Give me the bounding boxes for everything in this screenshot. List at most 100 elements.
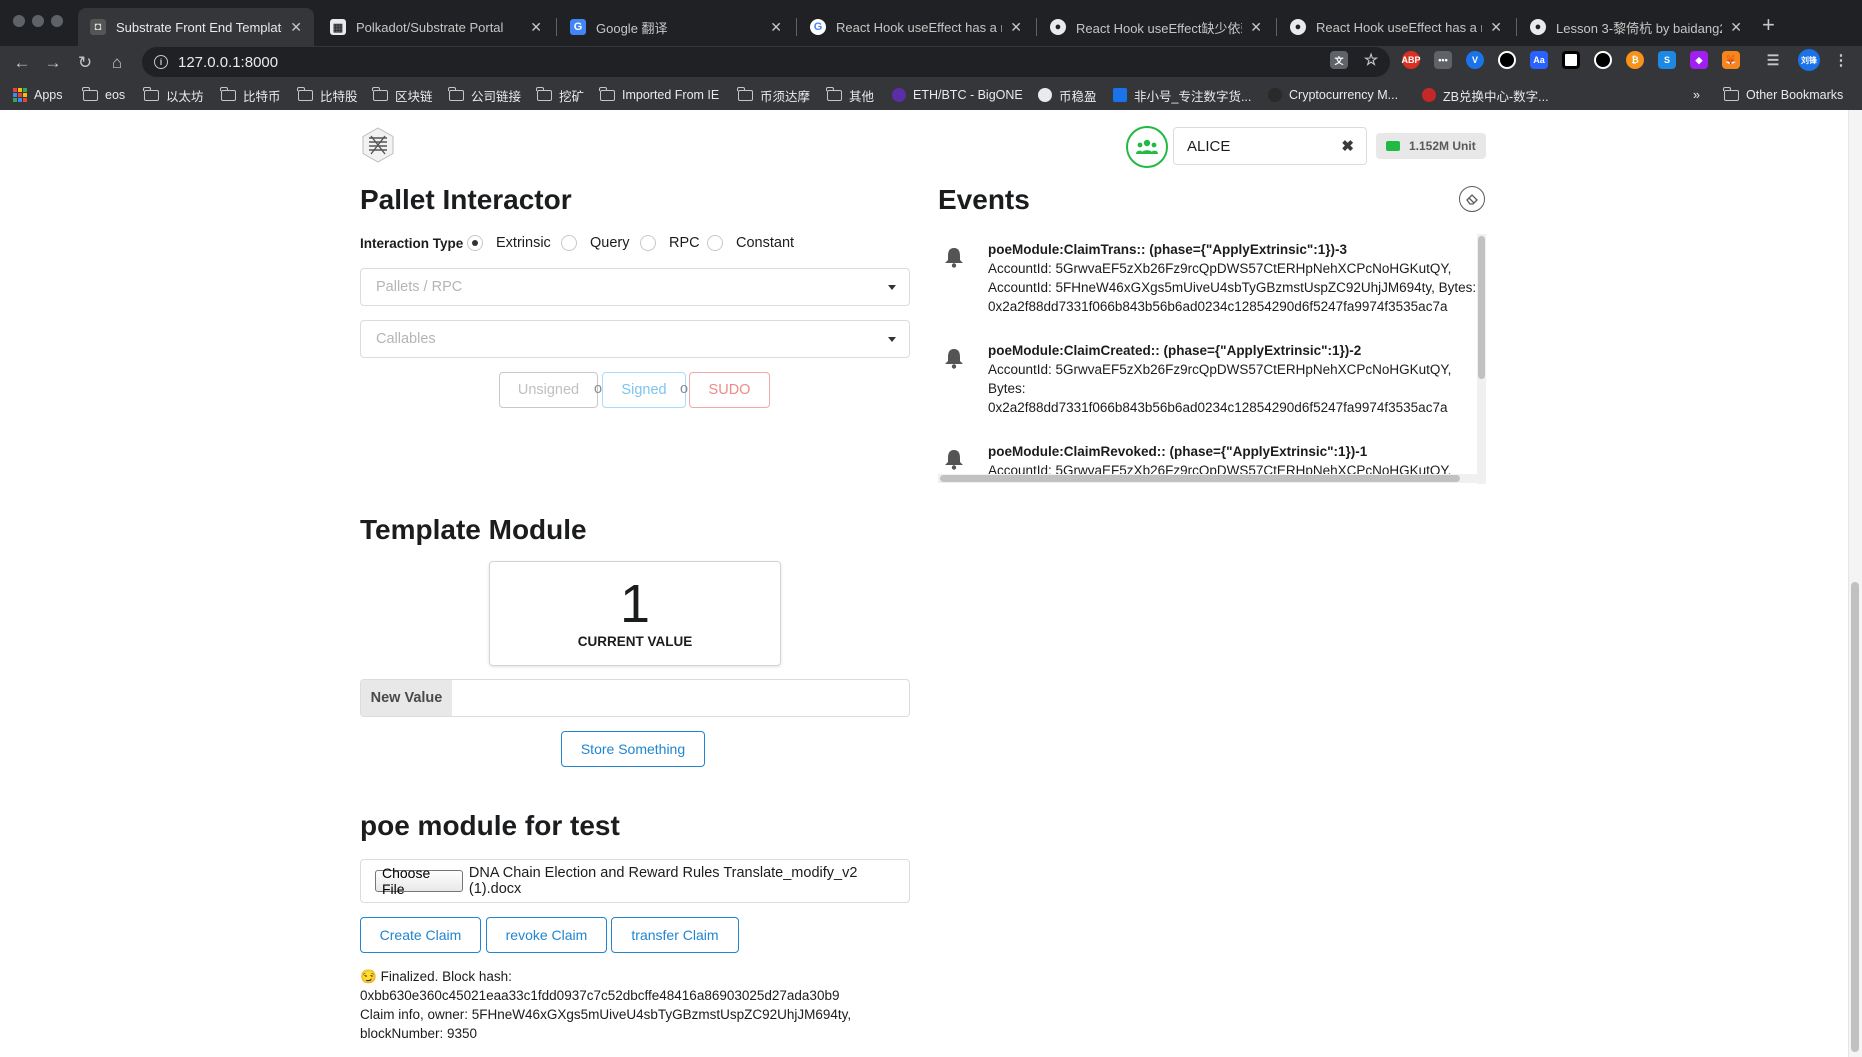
bookmark-label: Other Bookmarks	[1746, 88, 1844, 102]
folder-icon	[372, 86, 388, 101]
profile-avatar[interactable]: 刘锋	[1798, 49, 1820, 71]
close-tab-icon[interactable]: ✕	[770, 19, 782, 36]
clear-events-eraser-icon[interactable]	[1459, 186, 1485, 212]
metamask-icon[interactable]: 🦊	[1722, 51, 1740, 69]
store-something-button[interactable]: Store Something	[561, 731, 705, 767]
menu-kebab-icon[interactable]: ⋮	[1832, 51, 1850, 69]
bookmark-folder-bitshares[interactable]: 比特股	[297, 85, 358, 105]
extension-square-icon[interactable]	[1562, 51, 1580, 69]
google-translate-icon: G	[570, 19, 586, 35]
signed-button[interactable]: Signed	[602, 372, 686, 408]
other-bookmarks[interactable]: Other Bookmarks	[1723, 85, 1844, 105]
tab-react-hook-2[interactable]: ● React Hook useEffect缺少依赖 ✕	[1038, 8, 1274, 46]
forward-arrow-icon[interactable]: →	[40, 50, 66, 76]
transfer-claim-button[interactable]: transfer Claim	[611, 917, 739, 953]
bookmark-bigone[interactable]: ETH/BTC - BigONE	[892, 85, 1023, 105]
radio-checked-icon	[467, 235, 483, 251]
bookmarks-overflow-icon[interactable]: »	[1693, 85, 1700, 105]
bookmark-folder-imported-ie[interactable]: Imported From IE	[599, 85, 719, 105]
event-title: poeModule:ClaimRevoked:: (phase={"ApplyE…	[988, 444, 1368, 459]
tab-react-hook-3[interactable]: ● React Hook useEffect has a mi ✕	[1278, 8, 1514, 46]
bookmark-apps[interactable]: Apps	[13, 85, 63, 105]
bookmark-folder-bixudamo[interactable]: 币须达摩	[737, 85, 810, 105]
window-close-button[interactable]	[13, 15, 25, 27]
close-tab-icon[interactable]: ✕	[1250, 19, 1262, 36]
bookmark-feixiaohao[interactable]: 非小号_专注数字货...	[1113, 85, 1251, 105]
sudo-button[interactable]: SUDO	[689, 372, 770, 408]
bookmark-label: Cryptocurrency M...	[1289, 88, 1399, 102]
bookmark-folder-blockchain[interactable]: 区块链	[372, 85, 433, 105]
tab-google-translate[interactable]: G Google 翻译 ✕	[558, 8, 794, 46]
folder-icon	[599, 86, 615, 101]
file-input[interactable]: Choose File DNA Chain Election and Rewar…	[360, 859, 910, 903]
events-horizontal-scroll-thumb[interactable]	[940, 475, 1460, 482]
bookmark-folder-ethereum[interactable]: 以太坊	[143, 85, 204, 105]
bookmark-folder-other[interactable]: 其他	[826, 85, 874, 105]
bookmark-folder-mining[interactable]: 挖矿	[536, 85, 585, 105]
bookmark-zb[interactable]: ZB兑换中心-数字...	[1422, 85, 1549, 105]
radio-query[interactable]: Query	[561, 235, 630, 251]
window-minimize-button[interactable]	[32, 15, 44, 27]
window-zoom-button[interactable]	[51, 15, 63, 27]
extension-aa-icon[interactable]: Aa	[1530, 51, 1548, 69]
back-arrow-icon[interactable]: ←	[9, 50, 35, 76]
unsigned-button[interactable]: Unsigned	[499, 372, 598, 408]
radio-rpc[interactable]: RPC	[640, 235, 700, 251]
address-bar[interactable]: i 127.0.0.1:8000	[142, 47, 1390, 77]
clear-account-icon[interactable]: ✖	[1341, 137, 1354, 155]
reading-list-icon[interactable]: ☰	[1764, 51, 1782, 69]
events-vertical-scroll-thumb[interactable]	[1478, 236, 1485, 379]
translate-icon[interactable]: 文	[1330, 51, 1348, 69]
account-users-icon[interactable]	[1126, 126, 1168, 168]
account-select[interactable]: ALICE ✖	[1173, 127, 1367, 165]
home-icon[interactable]: ⌂	[104, 50, 130, 76]
pallets-rpc-dropdown[interactable]: Pallets / RPC	[360, 268, 910, 306]
close-tab-icon[interactable]: ✕	[1010, 19, 1022, 36]
polkadot-icon: ▦	[330, 19, 346, 35]
close-tab-icon[interactable]: ✕	[290, 19, 302, 36]
revoke-claim-button[interactable]: revoke Claim	[486, 917, 607, 953]
site-info-icon[interactable]: i	[154, 55, 168, 69]
tab-substrate-front-end[interactable]: ◘ Substrate Front End Template ✕	[78, 8, 314, 46]
page-scrollbar-thumb[interactable]	[1851, 582, 1859, 1052]
extension-ring-icon[interactable]	[1594, 51, 1612, 69]
bell-icon	[945, 450, 963, 470]
bookmark-star-icon[interactable]: ☆	[1362, 51, 1380, 69]
bookmark-label: ETH/BTC - BigONE	[913, 88, 1023, 102]
tab-polkadot-portal[interactable]: ▦ Polkadot/Substrate Portal ✕	[318, 8, 554, 46]
radio-label: Constant	[736, 235, 795, 251]
bookmark-label: 挖矿	[559, 89, 585, 104]
bitcoin-icon[interactable]: ₿	[1626, 51, 1644, 69]
create-claim-button[interactable]: Create Claim	[360, 917, 481, 953]
interaction-type-label: Interaction Type	[360, 236, 464, 251]
folder-icon	[536, 86, 552, 101]
bookmark-cryptocurrency[interactable]: Cryptocurrency M...	[1268, 85, 1398, 105]
wallet-icon	[1386, 141, 1400, 151]
tab-lesson-3[interactable]: ● Lesson 3-黎倚杭 by baidang20 ✕	[1518, 8, 1754, 46]
extension-s-icon[interactable]: S	[1658, 51, 1676, 69]
radio-constant[interactable]: Constant	[707, 235, 794, 251]
radio-extrinsic[interactable]: Extrinsic	[467, 235, 551, 251]
extension-v-icon[interactable]: V	[1466, 51, 1484, 69]
bookmark-label: 以太坊	[166, 89, 204, 104]
page-content	[0, 110, 1862, 1057]
extension-purple-icon[interactable]: ◆	[1690, 51, 1708, 69]
bookmark-folder-eos[interactable]: eos	[82, 85, 125, 105]
events-feed[interactable]: poeModule:ClaimTrans:: (phase={"ApplyExt…	[938, 234, 1486, 484]
close-tab-icon[interactable]: ✕	[1730, 19, 1742, 36]
tab-react-hook-1[interactable]: G React Hook useEffect has a mi ✕	[798, 8, 1034, 46]
extension-dots-icon[interactable]: •••	[1434, 51, 1452, 69]
reload-icon[interactable]: ↻	[72, 50, 98, 76]
bookmark-folder-bitcoin[interactable]: 比特币	[220, 85, 281, 105]
extension-circle-icon[interactable]	[1498, 51, 1516, 69]
close-tab-icon[interactable]: ✕	[530, 19, 542, 36]
callables-dropdown[interactable]: Callables	[360, 320, 910, 358]
github-icon: ●	[1290, 19, 1306, 35]
new-tab-icon[interactable]: +	[1762, 12, 1775, 38]
bookmark-folder-company[interactable]: 公司链接	[448, 85, 521, 105]
adblock-icon[interactable]: ABP	[1402, 51, 1421, 69]
new-value-field[interactable]: New Value	[360, 679, 910, 717]
bookmark-biwenying[interactable]: 币稳盈	[1038, 85, 1097, 105]
close-tab-icon[interactable]: ✕	[1490, 19, 1502, 36]
choose-file-button[interactable]: Choose File	[375, 865, 463, 897]
